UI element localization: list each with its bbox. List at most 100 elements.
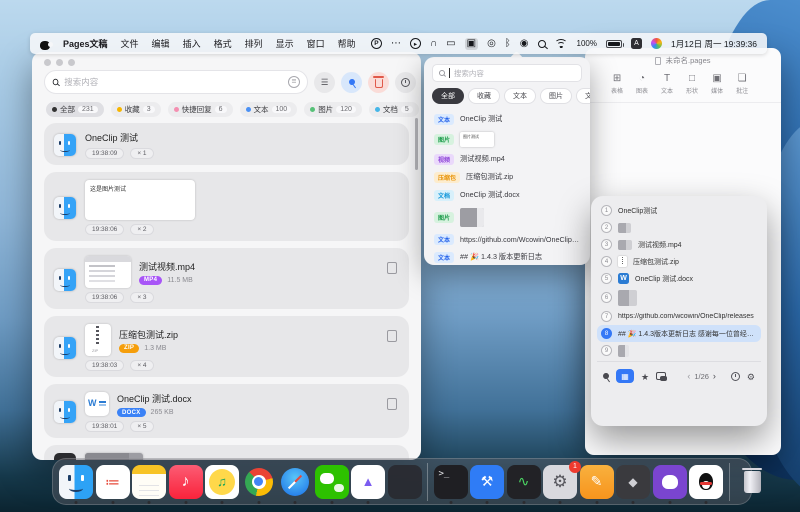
dock-finder[interactable]	[59, 465, 93, 499]
filter-chip-text[interactable]: 文本100	[240, 102, 298, 117]
dock-qq-music[interactable]	[205, 465, 239, 499]
search-input[interactable]	[64, 77, 283, 87]
quick-item-9[interactable]: 9	[597, 342, 761, 359]
clipboard-item-text[interactable]: OneClip 测试 19:38:09 × 1	[44, 123, 409, 165]
popup-item-link[interactable]: 文本 https://github.com/Wcowin/OneClip/r..…	[424, 230, 590, 248]
dock-notes[interactable]	[132, 465, 166, 499]
dock-safari[interactable]	[278, 465, 312, 499]
dock-cube-app[interactable]	[616, 465, 650, 499]
file-action-icon[interactable]	[387, 262, 397, 274]
tool-text[interactable]: T文本	[661, 74, 673, 95]
tags-icon[interactable]	[656, 372, 667, 381]
oneclip-menubar-icon[interactable]: ▣	[465, 38, 478, 50]
tool-shape[interactable]: □形状	[686, 74, 698, 95]
battery-icon[interactable]	[606, 40, 622, 48]
clear-trash-button[interactable]	[368, 72, 389, 93]
tool-chart[interactable]: ◔图表	[636, 74, 648, 95]
dock-trash[interactable]	[735, 465, 769, 499]
tab-favorites[interactable]: 收藏	[468, 88, 500, 104]
dock-rocket-app[interactable]	[351, 465, 385, 499]
zoom-button[interactable]	[68, 59, 75, 66]
quick-item-6[interactable]: 6	[597, 287, 761, 308]
popup-search-input[interactable]	[454, 69, 575, 78]
history-button[interactable]	[395, 72, 416, 93]
quick-item-8-selected[interactable]: 8 ## 🎉 1.4.3版本更新日志 感谢每一位曾经和未...	[597, 325, 761, 342]
menu-view[interactable]: 显示	[276, 37, 294, 50]
filter-chip-image[interactable]: 图片120	[304, 102, 362, 117]
minimize-button[interactable]	[56, 59, 63, 66]
popup-search-field[interactable]	[432, 64, 582, 82]
quick-item-2[interactable]: 2	[597, 219, 761, 236]
dock-music[interactable]	[169, 465, 203, 499]
apple-menu-icon[interactable]	[40, 38, 50, 50]
input-source-icon[interactable]: A	[631, 38, 642, 49]
star-icon[interactable]	[641, 367, 649, 385]
tool-comment[interactable]: ❏批注	[736, 74, 748, 95]
dock-launchpad[interactable]	[388, 465, 422, 499]
dock-chrome[interactable]	[242, 465, 276, 499]
screen-record-icon[interactable]: ◎	[487, 39, 496, 49]
dock-qq[interactable]	[689, 465, 723, 499]
popup-item-doc[interactable]: 文档 OneClip 测试.docx	[424, 186, 590, 204]
clipboard-item-docx-file[interactable]: OneClip 测试.docx DOCX 265 KB 19:38:01 × 5	[44, 384, 409, 438]
dock-system-settings[interactable]: 1	[543, 465, 577, 499]
quick-item-5[interactable]: 5 W OneClip 测试.docx	[597, 270, 761, 287]
menu-edit[interactable]: 编辑	[152, 37, 170, 50]
filter-chip-doc[interactable]: 文档5	[369, 102, 419, 117]
tab-text[interactable]: 文本	[504, 88, 536, 104]
dock-reminders[interactable]	[96, 465, 130, 499]
filter-icon[interactable]	[288, 76, 300, 88]
menu-help[interactable]: 帮助	[338, 37, 356, 50]
clipboard-item-video-file[interactable]: 测试视频.mp4 MP4 11.5 MB 19:38:06 × 3	[44, 248, 409, 309]
more-status-icon[interactable]: ⋯	[391, 39, 401, 49]
active-app-menu[interactable]: Pages文稿	[63, 37, 108, 50]
bluetooth-icon[interactable]: ᛒ	[505, 39, 511, 49]
grid-view-button[interactable]	[616, 369, 634, 383]
quick-item-7[interactable]: 7 https://github.com/wcowin/OneClip/rele…	[597, 308, 761, 325]
menu-bar-clock[interactable]: 1月12日 周一 19:39:36	[671, 38, 757, 50]
popup-item-image[interactable]: 图片 图片测试	[424, 128, 590, 150]
dock-github[interactable]	[653, 465, 687, 499]
popup-item-video[interactable]: 视频 测试视频.mp4	[424, 150, 590, 168]
p-app-icon[interactable]: P	[371, 38, 382, 49]
menu-window[interactable]: 窗口	[307, 37, 325, 50]
pin-icon[interactable]	[602, 372, 610, 380]
search-field[interactable]	[44, 70, 308, 94]
popup-item-zip[interactable]: 压缩包 压缩包测试.zip	[424, 168, 590, 186]
settings-icon[interactable]	[747, 367, 755, 385]
scrollbar[interactable]	[415, 118, 418, 170]
tab-all[interactable]: 全部	[432, 88, 464, 104]
popup-item-text[interactable]: 文本 OneClip 测试	[424, 110, 590, 128]
filter-chip-all[interactable]: 全部231	[46, 102, 104, 117]
popup-item-changelog[interactable]: 文本 ## 🎉 1.4.3 版本更新日志	[424, 248, 590, 266]
compass-icon[interactable]: ◉	[520, 39, 529, 49]
display-icon[interactable]: ▭	[446, 39, 455, 49]
history-icon[interactable]	[731, 372, 740, 381]
menu-format[interactable]: 格式	[214, 37, 232, 50]
next-page-arrow[interactable]: ›	[713, 371, 716, 381]
clipboard-item-image[interactable]: 这是图片测试 19:38:06 × 2	[44, 172, 409, 241]
spotlight-search-icon[interactable]	[538, 40, 546, 48]
popup-item-image-2[interactable]: 图片	[424, 204, 590, 230]
tool-table[interactable]: ⊞表格	[611, 74, 623, 95]
dock-wechat[interactable]	[315, 465, 349, 499]
play-status-icon[interactable]: ▸	[410, 38, 421, 49]
filter-chip-quick-reply[interactable]: 快捷回复6	[168, 102, 233, 117]
file-action-icon[interactable]	[387, 398, 397, 410]
headphones-icon[interactable]: ∩	[430, 39, 437, 49]
quick-item-3[interactable]: 3 测试视频.mp4	[597, 236, 761, 253]
file-action-icon[interactable]	[387, 330, 397, 342]
tool-media[interactable]: ▣媒体	[711, 74, 723, 95]
tab-doc[interactable]: 文档	[576, 88, 590, 104]
menu-file[interactable]: 文件	[121, 37, 139, 50]
clipboard-item-zip-file[interactable]: 压缩包测试.zip ZIP 1.3 MB 19:38:03 × 4	[44, 316, 409, 377]
quick-item-4[interactable]: 4 压缩包测试.zip	[597, 253, 761, 270]
filter-chip-favorites[interactable]: 收藏3	[111, 102, 161, 117]
wifi-icon[interactable]	[555, 39, 568, 49]
dock-terminal[interactable]	[434, 465, 468, 499]
dock-pages[interactable]	[580, 465, 614, 499]
quick-item-1[interactable]: 1 OneClip测试	[597, 202, 761, 219]
color-wheel-icon[interactable]	[651, 38, 662, 49]
dock-activity-monitor[interactable]	[507, 465, 541, 499]
list-view-button[interactable]	[314, 72, 335, 93]
